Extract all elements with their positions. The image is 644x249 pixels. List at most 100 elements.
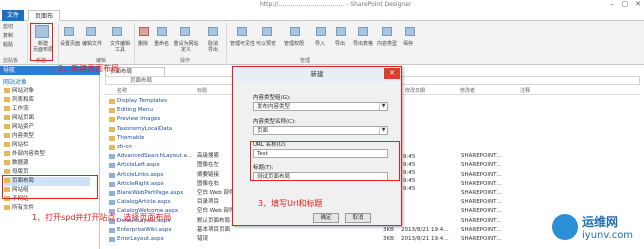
brand-name: 运维网 <box>582 215 619 229</box>
row-modified-by: SHAREPOINT… <box>461 162 502 169</box>
row-size: 3KB <box>383 236 394 242</box>
file-icon <box>109 181 115 187</box>
delete-icon <box>139 27 149 36</box>
folder-icon <box>109 135 115 141</box>
row-modified-by: SHAREPOINT… <box>461 190 502 196</box>
all-files-icon <box>4 205 10 210</box>
group-manage: 管理 <box>300 58 311 64</box>
col-notes[interactable]: 注释 <box>520 87 530 94</box>
tab-file[interactable]: 文件 <box>2 10 24 21</box>
nav-item[interactable]: 内容类型 <box>4 132 34 141</box>
export-button[interactable]: 导出 <box>335 41 345 47</box>
nav-subheader: 网站对象 <box>3 79 28 86</box>
page-icon <box>4 115 10 120</box>
divider <box>58 23 59 63</box>
copy-button[interactable]: 复制 <box>3 33 13 39</box>
page-setup-icon <box>64 27 74 36</box>
divider <box>27 23 28 63</box>
file-icon <box>109 237 115 242</box>
title-bar: http://…………………………… - SharePoint Designer… <box>0 0 644 10</box>
column-icon <box>4 142 10 147</box>
row-title: 图像在左 <box>197 162 220 169</box>
col-modified[interactable]: 修改日期 <box>405 87 425 94</box>
col-modified-by[interactable]: 修改者 <box>460 87 475 94</box>
minimize-icon[interactable]: – <box>606 0 618 9</box>
divider <box>226 23 227 63</box>
ribbon: 剪切 复制 粘贴 剪贴板 新建 页面布局 新建 设置页面 编辑文件 文件编辑 工… <box>0 21 644 65</box>
rename-button[interactable]: 重命名 <box>154 41 169 47</box>
nav-item[interactable]: 网站页面 <box>4 114 34 123</box>
cut-button[interactable]: 剪切 <box>3 24 13 30</box>
nav-item[interactable]: 网站栏 <box>4 141 29 150</box>
nav-item[interactable]: 列表和库 <box>4 96 34 105</box>
nav-item[interactable]: 数据源 <box>4 159 29 168</box>
row-modified-by: SHAREPOINT… <box>461 180 502 187</box>
ribbon-tabs: 文件 页面布局 <box>0 10 644 31</box>
nav-item[interactable]: 网站资产 <box>4 123 34 132</box>
file-icon <box>109 200 115 206</box>
edit-file-button[interactable]: 编辑文件 <box>82 41 102 47</box>
external-icon <box>4 151 10 156</box>
content-type-button[interactable]: 内容类型 <box>377 41 397 47</box>
annotation-step3: 3、填写Url和标题 <box>258 199 323 208</box>
maximize-icon[interactable]: ▢ <box>619 0 631 9</box>
permissions-icon <box>290 27 300 36</box>
row-name: ArticleLeft.aspx <box>117 162 160 169</box>
export-table-button[interactable]: 导出表格 <box>353 41 373 47</box>
manage-visibility-button[interactable]: 管理可见性 <box>230 41 255 47</box>
save-button[interactable]: 保存 <box>403 41 413 47</box>
col-name[interactable]: 名称 <box>117 87 127 94</box>
file-tools-button[interactable]: 文件编辑 工具 <box>108 41 132 53</box>
cancel-export-button[interactable]: 取消 导出 <box>204 41 222 53</box>
window-title: http://…………………………… - SharePoint Designer <box>260 1 412 8</box>
nav-item[interactable]: 所有文件 <box>4 204 34 213</box>
row-title: 图像在右 <box>197 180 220 187</box>
nav-item[interactable]: 网站对象 <box>4 87 34 96</box>
row-name: Themable <box>117 134 145 141</box>
file-tools-icon <box>112 27 122 36</box>
content-type-icon <box>382 27 392 36</box>
brand-url: iyunv.com <box>582 230 634 241</box>
highlight-page-layouts <box>2 175 98 199</box>
row-name: AdvancedSearchLayout.a… <box>117 153 193 160</box>
nav-item[interactable]: 工作流 <box>4 105 29 114</box>
reset-to-site-definition-button[interactable]: 重设为网站 定义 <box>172 41 200 53</box>
import-button[interactable]: 导入 <box>315 41 325 47</box>
page-setup-button[interactable]: 设置页面 <box>60 41 80 47</box>
content-type-icon <box>4 133 10 138</box>
row-modified-by: SHAREPOINT… <box>461 217 502 224</box>
file-icon <box>109 163 115 169</box>
edit-file-icon <box>86 27 96 36</box>
row-name: Display Templates <box>117 98 167 104</box>
row-title: 默认页面布局 <box>197 217 231 224</box>
row-name: Editing Menu <box>117 107 154 114</box>
annotation-step1: 1、打开spd并打开站点，选择页面布局 <box>32 213 172 222</box>
folder-icon <box>109 108 115 114</box>
row-name: TaxonomyLocalData <box>117 125 173 132</box>
file-icon <box>109 154 115 160</box>
col-title[interactable]: 标题 <box>197 87 207 94</box>
preview-button[interactable]: 可以预览 <box>256 41 276 47</box>
row-modified-by: SHAREPOINT… <box>461 153 502 160</box>
import-icon <box>316 27 326 36</box>
watermark: 运维网 iyunv.com <box>552 208 640 246</box>
row-title: 摘要链接 <box>197 171 220 178</box>
close-icon[interactable]: ✕ <box>632 0 644 9</box>
nav-item[interactable]: 外部内容类型 <box>4 150 45 159</box>
delete-button[interactable]: 删除 <box>138 41 148 47</box>
paste-button[interactable]: 粘贴 <box>3 42 13 48</box>
row-modified-by: SHAREPOINT… <box>461 199 502 206</box>
cancel-export-icon <box>208 27 218 36</box>
brand-logo-icon <box>552 214 578 240</box>
highlight-fields <box>250 141 400 181</box>
row-date: 2013/8/21 19:4… <box>401 226 449 233</box>
row-modified-by: SHAREPOINT… <box>461 171 502 178</box>
row-modified-by: SHAREPOINT… <box>461 208 502 215</box>
file-icon <box>109 227 115 233</box>
tab-page-layout[interactable]: 页面布局 <box>28 10 60 31</box>
master-page-icon <box>4 169 10 174</box>
row-title: 目录项目 <box>197 199 220 206</box>
manage-permissions-button[interactable]: 管理权限 <box>284 41 304 47</box>
row-title: 基本项目页面 <box>197 226 231 233</box>
row-title: 高级搜索 <box>197 153 220 160</box>
